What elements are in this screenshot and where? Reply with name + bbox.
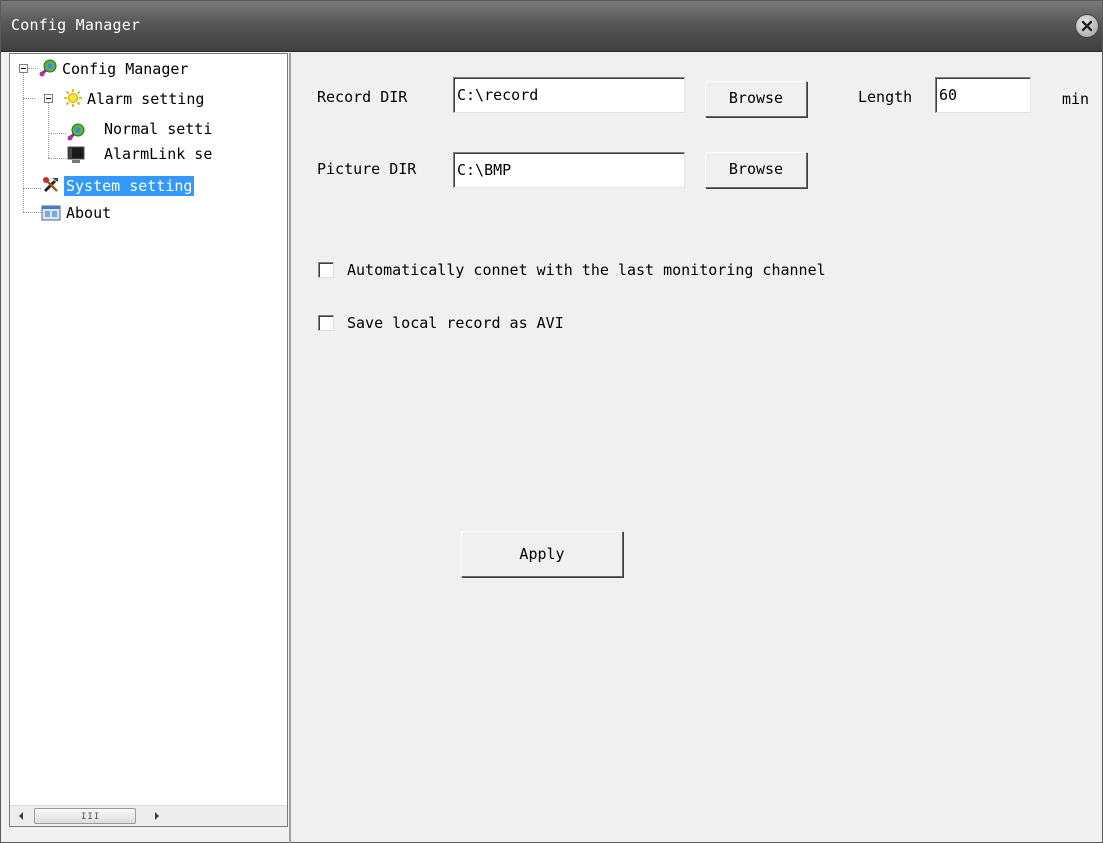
tree-item-label: About bbox=[66, 204, 112, 222]
tree-connector bbox=[23, 188, 41, 189]
sun-alarm-icon bbox=[64, 89, 82, 107]
config-tree: Config Manager Alarm setting Normal sett… bbox=[10, 54, 287, 804]
tree-item-label: System setting bbox=[64, 176, 195, 196]
scroll-grip: III bbox=[81, 812, 101, 822]
record-dir-browse-button[interactable]: Browse bbox=[705, 81, 807, 117]
tree-collapse-toggle[interactable] bbox=[19, 64, 28, 73]
tree-item-label: Alarm setting bbox=[87, 90, 205, 108]
picture-dir-input[interactable] bbox=[453, 152, 685, 188]
config-tree-pane: Config Manager Alarm setting Normal sett… bbox=[9, 53, 288, 827]
tree-item-label: Normal setti bbox=[104, 120, 213, 138]
close-icon bbox=[1081, 20, 1093, 32]
title-bar[interactable]: Config Manager bbox=[1, 1, 1102, 52]
config-gear-icon bbox=[39, 59, 57, 77]
length-input[interactable] bbox=[935, 77, 1031, 113]
save-avi-checkbox[interactable] bbox=[318, 315, 334, 331]
apply-button[interactable]: Apply bbox=[461, 531, 623, 577]
auto-connect-checkbox[interactable] bbox=[318, 262, 334, 278]
tree-connector bbox=[48, 103, 49, 158]
tree-horizontal-scrollbar[interactable]: III bbox=[10, 805, 287, 826]
record-dir-label: Record DIR bbox=[317, 88, 408, 106]
length-label: Length bbox=[858, 88, 913, 106]
tree-connector bbox=[28, 68, 38, 69]
monitor-icon bbox=[67, 146, 85, 163]
config-manager-window: Config Manager Config Manager Alarm sett… bbox=[0, 0, 1103, 843]
scroll-left-icon bbox=[19, 812, 23, 820]
scroll-right-icon bbox=[155, 812, 159, 820]
tree-connector bbox=[48, 133, 66, 134]
about-window-icon bbox=[41, 205, 61, 221]
tree-item-label: AlarmLink se bbox=[104, 145, 213, 163]
auto-connect-label[interactable]: Automatically connet with the last monit… bbox=[347, 260, 826, 280]
tree-connector bbox=[23, 73, 24, 212]
scroll-left-button[interactable] bbox=[12, 806, 32, 826]
close-button[interactable] bbox=[1075, 14, 1099, 38]
tools-icon bbox=[43, 177, 58, 193]
tree-connector bbox=[23, 212, 41, 213]
scroll-right-button[interactable] bbox=[146, 806, 166, 826]
picture-dir-browse-button[interactable]: Browse bbox=[705, 152, 807, 188]
config-gear-icon bbox=[67, 123, 85, 141]
tree-connector bbox=[23, 98, 35, 99]
tree-connector bbox=[48, 158, 66, 159]
tree-item-label: Config Manager bbox=[62, 60, 189, 78]
window-title: Config Manager bbox=[11, 16, 141, 34]
length-unit-label: min bbox=[1062, 90, 1090, 108]
tree-collapse-toggle[interactable] bbox=[44, 94, 53, 103]
record-dir-input[interactable] bbox=[453, 77, 685, 113]
scroll-thumb[interactable]: III bbox=[34, 808, 136, 824]
pane-divider[interactable] bbox=[289, 53, 291, 843]
picture-dir-label: Picture DIR bbox=[317, 160, 417, 178]
save-avi-label[interactable]: Save local record as AVI bbox=[347, 313, 564, 333]
